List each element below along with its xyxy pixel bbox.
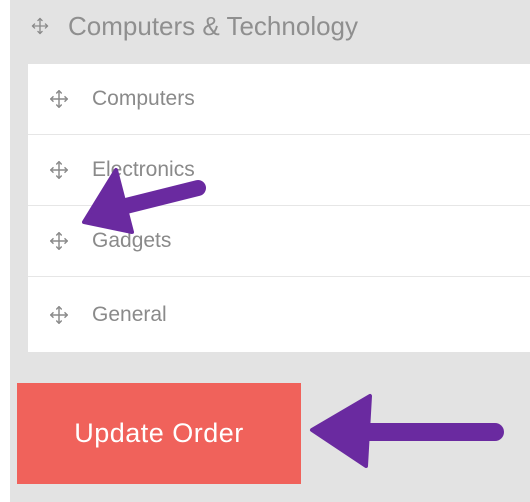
list-item-label: Electronics [92,158,195,181]
update-order-button[interactable]: Update Order [17,383,301,484]
list-item-label: Gadgets [92,229,172,252]
list-item[interactable]: Gadgets [28,206,530,277]
category-header[interactable]: Computers & Technology [30,6,358,46]
list-item-label: Computers [92,87,195,110]
move-icon[interactable] [48,88,70,110]
move-icon[interactable] [30,16,50,36]
list-item[interactable]: Computers [28,64,530,135]
subcategory-list: Computers Electronics Gadgets General [28,64,530,352]
category-title: Computers & Technology [68,10,359,41]
list-item-label: General [92,302,167,326]
move-icon[interactable] [48,230,70,252]
move-icon[interactable] [48,304,70,326]
list-item[interactable]: General [28,277,530,352]
move-icon[interactable] [48,159,70,181]
list-item[interactable]: Electronics [28,135,530,206]
